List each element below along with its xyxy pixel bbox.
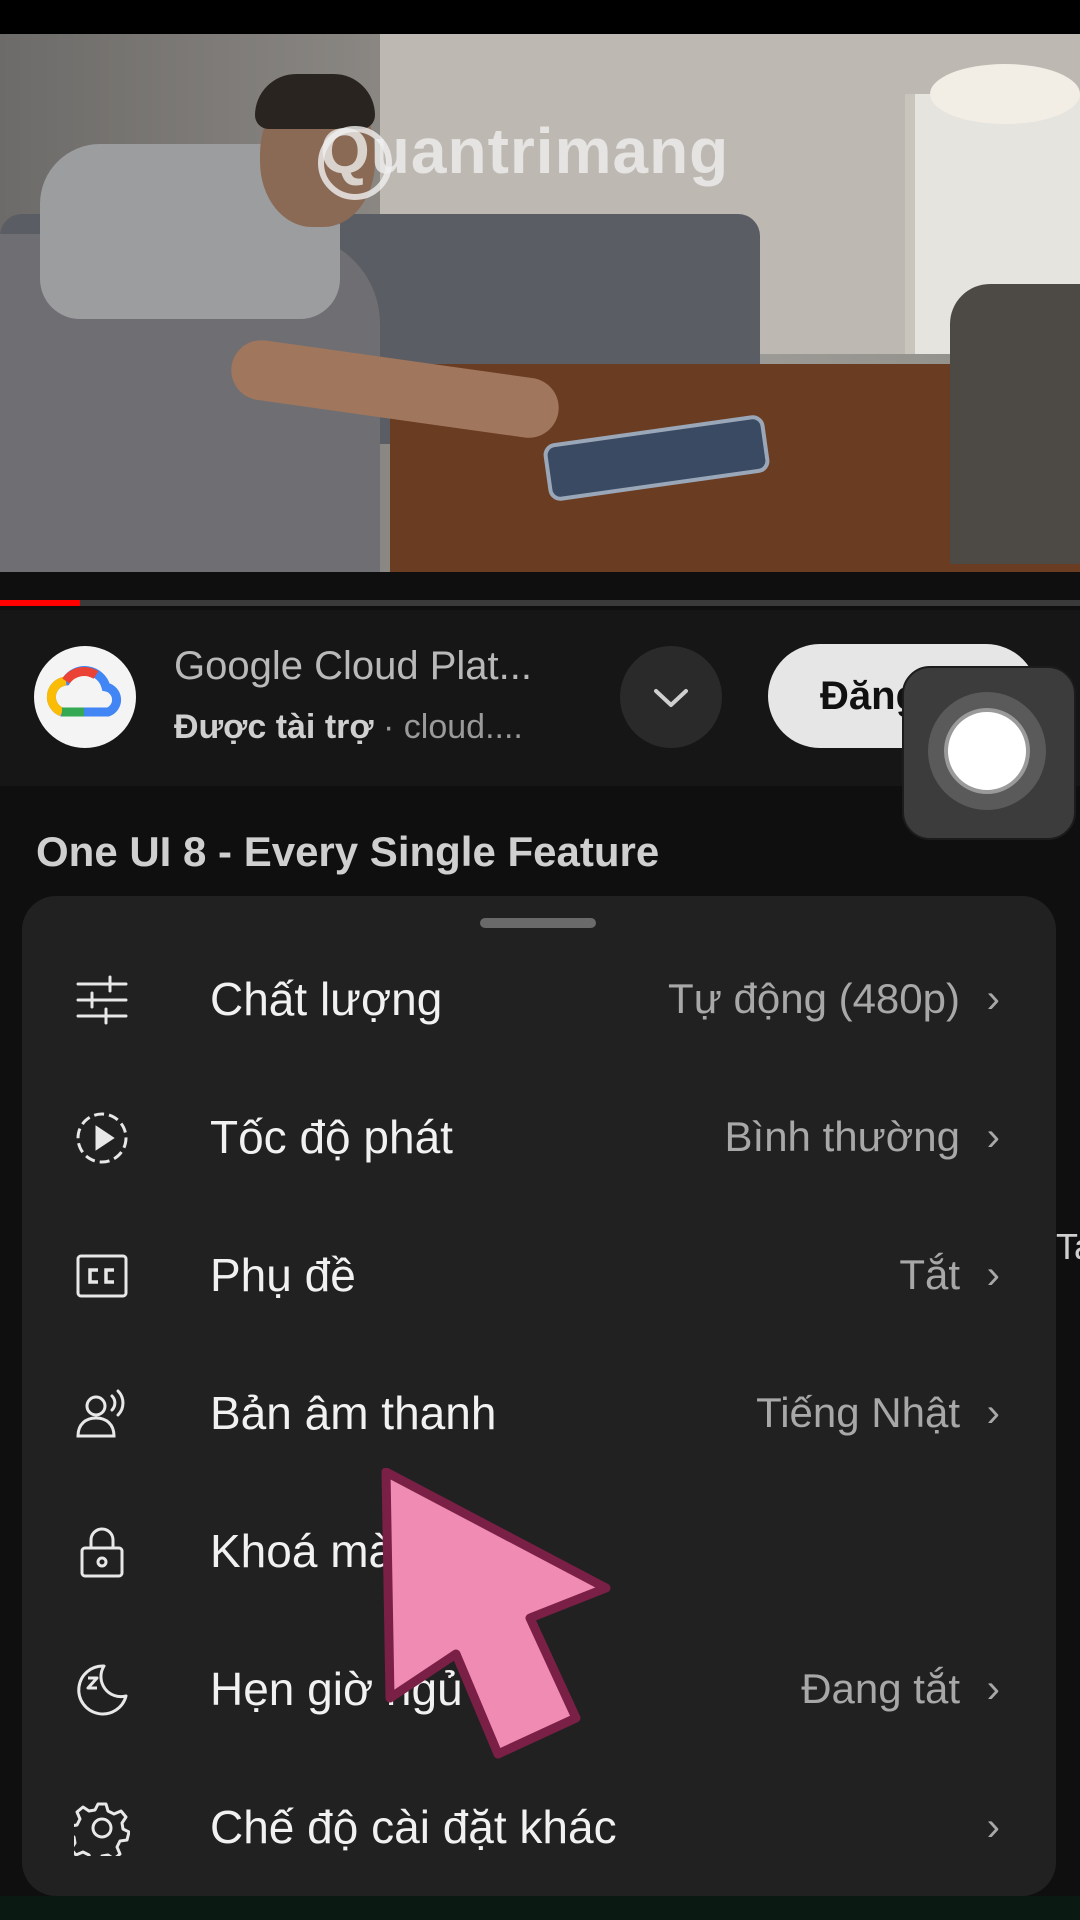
menu-item-quality[interactable]: Chất lượng Tự động (480p) ›	[22, 930, 1056, 1068]
menu-item-label: Chất lượng	[210, 973, 443, 1025]
chevron-right-icon: ›	[986, 1667, 1000, 1711]
video-frame-lamp	[950, 284, 1080, 564]
chevron-right-icon: ›	[986, 977, 1000, 1021]
menu-item-value: Tắt	[899, 1251, 960, 1298]
edge-clipped-text: Ta	[1056, 1226, 1080, 1267]
expand-button[interactable]	[620, 646, 722, 748]
sponsor-domain: cloud....	[403, 708, 523, 746]
sponsor-name[interactable]: Google Cloud Plat...	[174, 644, 532, 689]
chevron-right-icon: ›	[986, 1391, 1000, 1435]
audio-track-icon	[74, 1386, 130, 1442]
menu-item-playback-speed[interactable]: Tốc độ phát Bình thường ›	[22, 1068, 1056, 1206]
cc-icon	[74, 1248, 130, 1304]
watermark-text: Quantrimang	[320, 115, 730, 187]
chevron-right-icon: ›	[986, 1253, 1000, 1297]
sponsored-label: Được tài trợ	[174, 708, 374, 746]
menu-item-value: Đang tắt	[801, 1665, 960, 1712]
lock-icon	[74, 1524, 130, 1580]
sleep-timer-icon	[74, 1662, 130, 1718]
menu-item-label: Phụ đề	[210, 1249, 356, 1301]
sponsor-subtitle: Được tài trợ · cloud....	[174, 708, 523, 747]
gear-icon	[74, 1800, 130, 1856]
menu-item-label: Tốc độ phát	[210, 1111, 453, 1163]
bottom-content-strip	[0, 1896, 1080, 1920]
video-progress-bar[interactable]	[0, 600, 1080, 606]
menu-item-value: Tự động (480p)	[668, 975, 960, 1022]
menu-item-value: Tiếng Nhật	[756, 1389, 960, 1436]
google-cloud-logo	[34, 646, 136, 748]
playback-speed-icon	[74, 1110, 130, 1166]
menu-item-label: Chế độ cài đặt khác	[210, 1801, 617, 1853]
menu-item-value: Bình thường	[724, 1113, 960, 1160]
video-player[interactable]: Quantrimang	[0, 34, 1080, 572]
video-frame-lampshade	[930, 64, 1080, 124]
status-bar	[0, 0, 1080, 34]
sheet-drag-handle[interactable]	[480, 918, 596, 928]
sponsor-separator: ·	[383, 708, 395, 746]
menu-item-captions[interactable]: Phụ đề Tắt ›	[22, 1206, 1056, 1344]
sliders-icon	[74, 972, 130, 1028]
chevron-right-icon: ›	[986, 1115, 1000, 1159]
menu-item-more-settings[interactable]: Chế độ cài đặt khác ›	[22, 1758, 1056, 1896]
pointer-arrow-overlay	[380, 1468, 620, 1768]
menu-item-audio-track[interactable]: Bản âm thanh Tiếng Nhật ›	[22, 1344, 1056, 1482]
menu-item-label: Bản âm thanh	[210, 1387, 497, 1439]
chevron-right-icon: ›	[986, 1805, 1000, 1849]
video-progress-fill	[0, 600, 80, 606]
assistive-touch-dot	[944, 708, 1030, 794]
video-title: One UI 8 - Every Single Feature	[36, 828, 660, 875]
chevron-down-icon	[654, 689, 688, 707]
